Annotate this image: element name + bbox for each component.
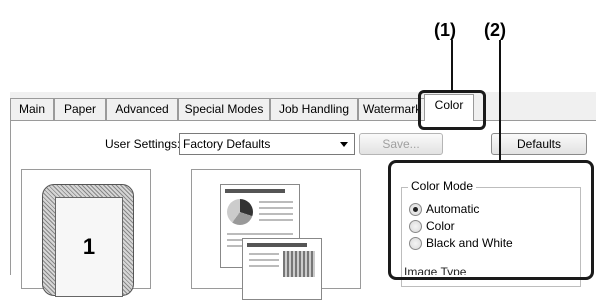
paper-sheet-icon: 1 xyxy=(42,184,134,297)
radio-label: Color xyxy=(426,219,455,233)
color-tab-panel: User Settings: Factory Defaults Save... … xyxy=(10,121,596,300)
tab-paper[interactable]: Paper xyxy=(54,98,106,120)
radio-selected-icon xyxy=(409,203,422,216)
document-preview xyxy=(191,169,361,300)
color-mode-title: Color Mode xyxy=(408,179,477,193)
chevron-down-icon xyxy=(340,142,348,147)
user-settings-select[interactable]: Factory Defaults xyxy=(179,133,355,155)
user-settings-label: User Settings: xyxy=(105,137,181,151)
tab-watermark[interactable]: Watermark xyxy=(358,98,428,120)
paper-sheet-inner: 1 xyxy=(55,197,123,297)
callout-label-2: (2) xyxy=(484,20,506,40)
user-settings-value: Factory Defaults xyxy=(183,137,271,151)
radio-unselected-icon xyxy=(409,237,422,250)
image-type-label: Image Type xyxy=(404,266,467,275)
tab-advanced[interactable]: Advanced xyxy=(106,98,178,120)
tab-color[interactable]: Color xyxy=(424,94,474,121)
save-button[interactable]: Save... xyxy=(359,133,443,155)
document-thumbnail-icon xyxy=(242,238,322,300)
tab-special-modes[interactable]: Special Modes xyxy=(178,98,270,120)
radio-unselected-icon xyxy=(409,220,422,233)
printer-properties-dialog: Main Paper Advanced Special Modes Job Ha… xyxy=(10,92,596,300)
page-number: 1 xyxy=(82,234,96,259)
page-preview: 1 xyxy=(21,169,151,297)
photo-graphic-icon xyxy=(283,251,315,277)
pie-graphic-icon xyxy=(227,199,253,225)
callout-label-1: (1) xyxy=(434,20,456,40)
radio-label: Black and White xyxy=(426,236,513,250)
tab-job-handling[interactable]: Job Handling xyxy=(270,98,358,120)
radio-label: Automatic xyxy=(426,202,480,216)
tab-main[interactable]: Main xyxy=(10,98,54,120)
defaults-button[interactable]: Defaults xyxy=(491,133,587,155)
tab-strip: Main Paper Advanced Special Modes Job Ha… xyxy=(10,92,596,121)
